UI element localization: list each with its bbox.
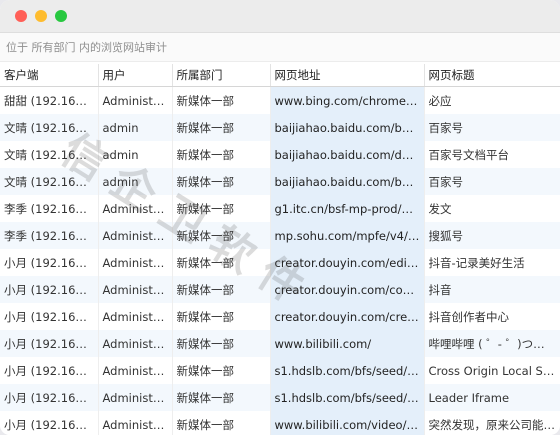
- url-cell: baijiahao.baidu.com/buil...: [270, 114, 425, 141]
- user-cell: Administra...: [98, 384, 173, 411]
- breadcrumb: 位于 所有部门 内的浏览网站审计: [6, 41, 167, 54]
- url-cell: www.bing.com/chrome/n...: [270, 86, 425, 114]
- department-cell: 新媒体一部: [172, 384, 271, 411]
- title-cell: 抖音创作者中心: [424, 303, 560, 330]
- table-header-row: 客户端 用户 所属部门 网页地址 网页标题: [0, 64, 560, 87]
- client-cell: 文晴 (192.168.1...: [0, 114, 99, 141]
- user-cell: Administra...: [98, 276, 173, 303]
- user-cell: Administra...: [98, 357, 173, 384]
- url-cell: g1.itc.cn/bsf-mp-prod/m...: [270, 195, 425, 222]
- title-cell: 搜狐号: [424, 222, 560, 249]
- client-cell: 李季 (192.168.1...: [0, 195, 99, 222]
- department-cell: 新媒体一部: [172, 303, 271, 330]
- column-header-url[interactable]: 网页地址: [270, 64, 425, 87]
- title-cell: 突然发现，原来公司能看到: [424, 411, 560, 435]
- client-cell: 甜甜 (192.168.1...: [0, 86, 99, 114]
- column-header-department[interactable]: 所属部门: [172, 64, 271, 87]
- table-row[interactable]: 小月 (192.168.1... Administra... 新媒体一部 www.bi…: [0, 411, 560, 435]
- column-header-title[interactable]: 网页标题: [424, 64, 560, 87]
- department-cell: 新媒体一部: [172, 141, 271, 168]
- department-cell: 新媒体一部: [172, 357, 271, 384]
- title-cell: 哔哩哔哩 ( ゜- ゜)つロ 干杯: [424, 330, 560, 357]
- audit-table: 客户端 用户 所属部门 网页地址 网页标题 甜甜 (192.168.1... Ad…: [0, 64, 560, 435]
- url-cell: creator.douyin.com/cont...: [270, 276, 425, 303]
- client-cell: 小月 (192.168.1...: [0, 249, 99, 276]
- url-cell: s1.hdslb.com/bfs/seed/ji...: [270, 384, 425, 411]
- title-cell: 发文: [424, 195, 560, 222]
- table-row[interactable]: 文晴 (192.168.1... admin 新媒体一部 baijiahao.baid…: [0, 168, 560, 195]
- title-cell: Cross Origin Local Storage: [424, 357, 560, 384]
- url-cell: s1.hdslb.com/bfs/seed/ji...: [270, 357, 425, 384]
- client-cell: 小月 (192.168.1...: [0, 357, 99, 384]
- maximize-window-button[interactable]: [55, 10, 67, 22]
- client-cell: 小月 (192.168.1...: [0, 276, 99, 303]
- department-cell: 新媒体一部: [172, 195, 271, 222]
- department-cell: 新媒体一部: [172, 249, 271, 276]
- close-window-button[interactable]: [15, 10, 27, 22]
- url-cell: creator.douyin.com/edit...: [270, 249, 425, 276]
- client-cell: 小月 (192.168.1...: [0, 411, 99, 435]
- user-cell: Administra...: [98, 195, 173, 222]
- url-cell: creator.douyin.com/creat...: [270, 303, 425, 330]
- title-cell: 百家号: [424, 168, 560, 195]
- table-row[interactable]: 甜甜 (192.168.1... Administra... 新媒体一部 www.bi…: [0, 86, 560, 114]
- table-row[interactable]: 小月 (192.168.1... Administra... 新媒体一部 creato…: [0, 249, 560, 276]
- department-cell: 新媒体一部: [172, 276, 271, 303]
- user-cell: Administra...: [98, 303, 173, 330]
- table-row[interactable]: 小月 (192.168.1... Administra... 新媒体一部 creato…: [0, 303, 560, 330]
- title-cell: 百家号文档平台: [424, 141, 560, 168]
- client-cell: 小月 (192.168.1...: [0, 384, 99, 411]
- column-header-client[interactable]: 客户端: [0, 64, 99, 87]
- client-cell: 文晴 (192.168.1...: [0, 168, 99, 195]
- table-row[interactable]: 李季 (192.168.1... Administra... 新媒体一部 mp.soh…: [0, 222, 560, 249]
- title-bar: [0, 0, 560, 33]
- user-cell: admin: [98, 168, 173, 195]
- client-cell: 小月 (192.168.1...: [0, 303, 99, 330]
- user-cell: Administra...: [98, 222, 173, 249]
- department-cell: 新媒体一部: [172, 222, 271, 249]
- title-cell: 必应: [424, 86, 560, 114]
- app-window: 位于 所有部门 内的浏览网站审计 客户端 用户 所属部门 网页地址 网页标题 甜…: [0, 0, 560, 435]
- user-cell: admin: [98, 141, 173, 168]
- title-cell: Leader Iframe: [424, 384, 560, 411]
- department-cell: 新媒体一部: [172, 168, 271, 195]
- minimize-window-button[interactable]: [35, 10, 47, 22]
- column-header-user[interactable]: 用户: [98, 64, 173, 87]
- title-cell: 抖音-记录美好生活: [424, 249, 560, 276]
- title-cell: 抖音: [424, 276, 560, 303]
- url-cell: www.bilibili.com/: [270, 330, 425, 357]
- table-row[interactable]: 小月 (192.168.1... Administra... 新媒体一部 www.bi…: [0, 330, 560, 357]
- client-cell: 文晴 (192.168.1...: [0, 141, 99, 168]
- user-cell: Administra...: [98, 411, 173, 435]
- url-cell: www.bilibili.com/video/B...: [270, 411, 425, 435]
- table-row[interactable]: 小月 (192.168.1... Administra... 新媒体一部 creato…: [0, 276, 560, 303]
- toolbar: 位于 所有部门 内的浏览网站审计: [0, 33, 560, 62]
- user-cell: admin: [98, 114, 173, 141]
- url-cell: baijiahao.baidu.com/buil...: [270, 168, 425, 195]
- department-cell: 新媒体一部: [172, 86, 271, 114]
- user-cell: Administra...: [98, 86, 173, 114]
- department-cell: 新媒体一部: [172, 114, 271, 141]
- title-cell: 百家号: [424, 114, 560, 141]
- department-cell: 新媒体一部: [172, 330, 271, 357]
- user-cell: Administra...: [98, 249, 173, 276]
- client-cell: 小月 (192.168.1...: [0, 330, 99, 357]
- table-row[interactable]: 文晴 (192.168.1... admin 新媒体一部 baijiahao.baid…: [0, 141, 560, 168]
- client-cell: 李季 (192.168.1...: [0, 222, 99, 249]
- table-row[interactable]: 文晴 (192.168.1... admin 新媒体一部 baijiahao.baid…: [0, 114, 560, 141]
- url-cell: mp.sohu.com/mpfe/v4/c...: [270, 222, 425, 249]
- user-cell: Administra...: [98, 330, 173, 357]
- department-cell: 新媒体一部: [172, 411, 271, 435]
- table-row[interactable]: 李季 (192.168.1... Administra... 新媒体一部 g1.itc…: [0, 195, 560, 222]
- url-cell: baijiahao.baidu.com/docs/...: [270, 141, 425, 168]
- table-row[interactable]: 小月 (192.168.1... Administra... 新媒体一部 s1.hds…: [0, 357, 560, 384]
- table-row[interactable]: 小月 (192.168.1... Administra... 新媒体一部 s1.hds…: [0, 384, 560, 411]
